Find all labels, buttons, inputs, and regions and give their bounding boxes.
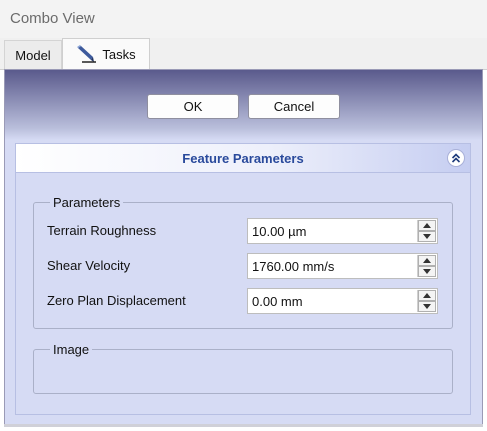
tab-model[interactable]: Model [4,40,62,69]
shear-velocity-value: 1760.00 mm/s [252,259,335,274]
ok-button-label: OK [183,99,203,114]
ok-button[interactable]: OK [147,94,239,119]
image-legend: Image [50,342,93,357]
terrain-roughness-decrement[interactable] [418,231,436,242]
arrow-down-icon [423,234,431,239]
terrain-roughness-stepper [417,220,436,242]
shear-velocity-field[interactable]: 1760.00 mm/s [247,253,438,279]
shear-velocity-stepper [417,255,436,277]
terrain-roughness-field[interactable]: 10.00 µm [247,218,438,244]
tab-tasks[interactable]: Tasks [62,38,150,69]
feature-parameters-header[interactable]: Feature Parameters [16,144,470,173]
arrow-up-icon [423,258,431,263]
cancel-button-label: Cancel [273,99,315,114]
arrow-up-icon [423,223,431,228]
tab-tasks-label: Tasks [102,46,136,62]
combo-view-titlebar: Combo View [0,0,487,38]
terrain-roughness-increment[interactable] [418,220,436,231]
parameters-legend: Parameters [50,195,124,210]
window-title: Combo View [10,10,95,27]
zero-plan-displacement-value: 0.00 mm [252,294,303,309]
arrow-up-icon [423,293,431,298]
pencil-icon [77,45,97,63]
shear-velocity-increment[interactable] [418,255,436,266]
shear-velocity-decrement[interactable] [418,266,436,277]
zero-plan-displacement-field[interactable]: 0.00 mm [247,288,438,314]
image-group [33,349,453,394]
arrow-down-icon [423,269,431,274]
feature-parameters-title: Feature Parameters [182,151,304,166]
tab-model-label: Model [15,47,51,63]
shear-velocity-label: Shear Velocity [47,258,131,273]
arrow-down-icon [423,304,431,309]
double-chevron-up-icon [451,153,461,163]
zero-plan-displacement-decrement[interactable] [418,301,436,312]
tab-bar: Model Tasks [0,38,487,70]
cancel-button[interactable]: Cancel [248,94,340,119]
collapse-button[interactable] [447,149,465,167]
zero-plan-displacement-label: Zero Plan Displacement [47,293,186,308]
terrain-roughness-value: 10.00 µm [252,224,307,239]
panel-bottom-edge [4,424,483,427]
zero-plan-displacement-increment[interactable] [418,290,436,301]
terrain-roughness-label: Terrain Roughness [47,223,157,238]
zero-plan-displacement-stepper [417,290,436,312]
